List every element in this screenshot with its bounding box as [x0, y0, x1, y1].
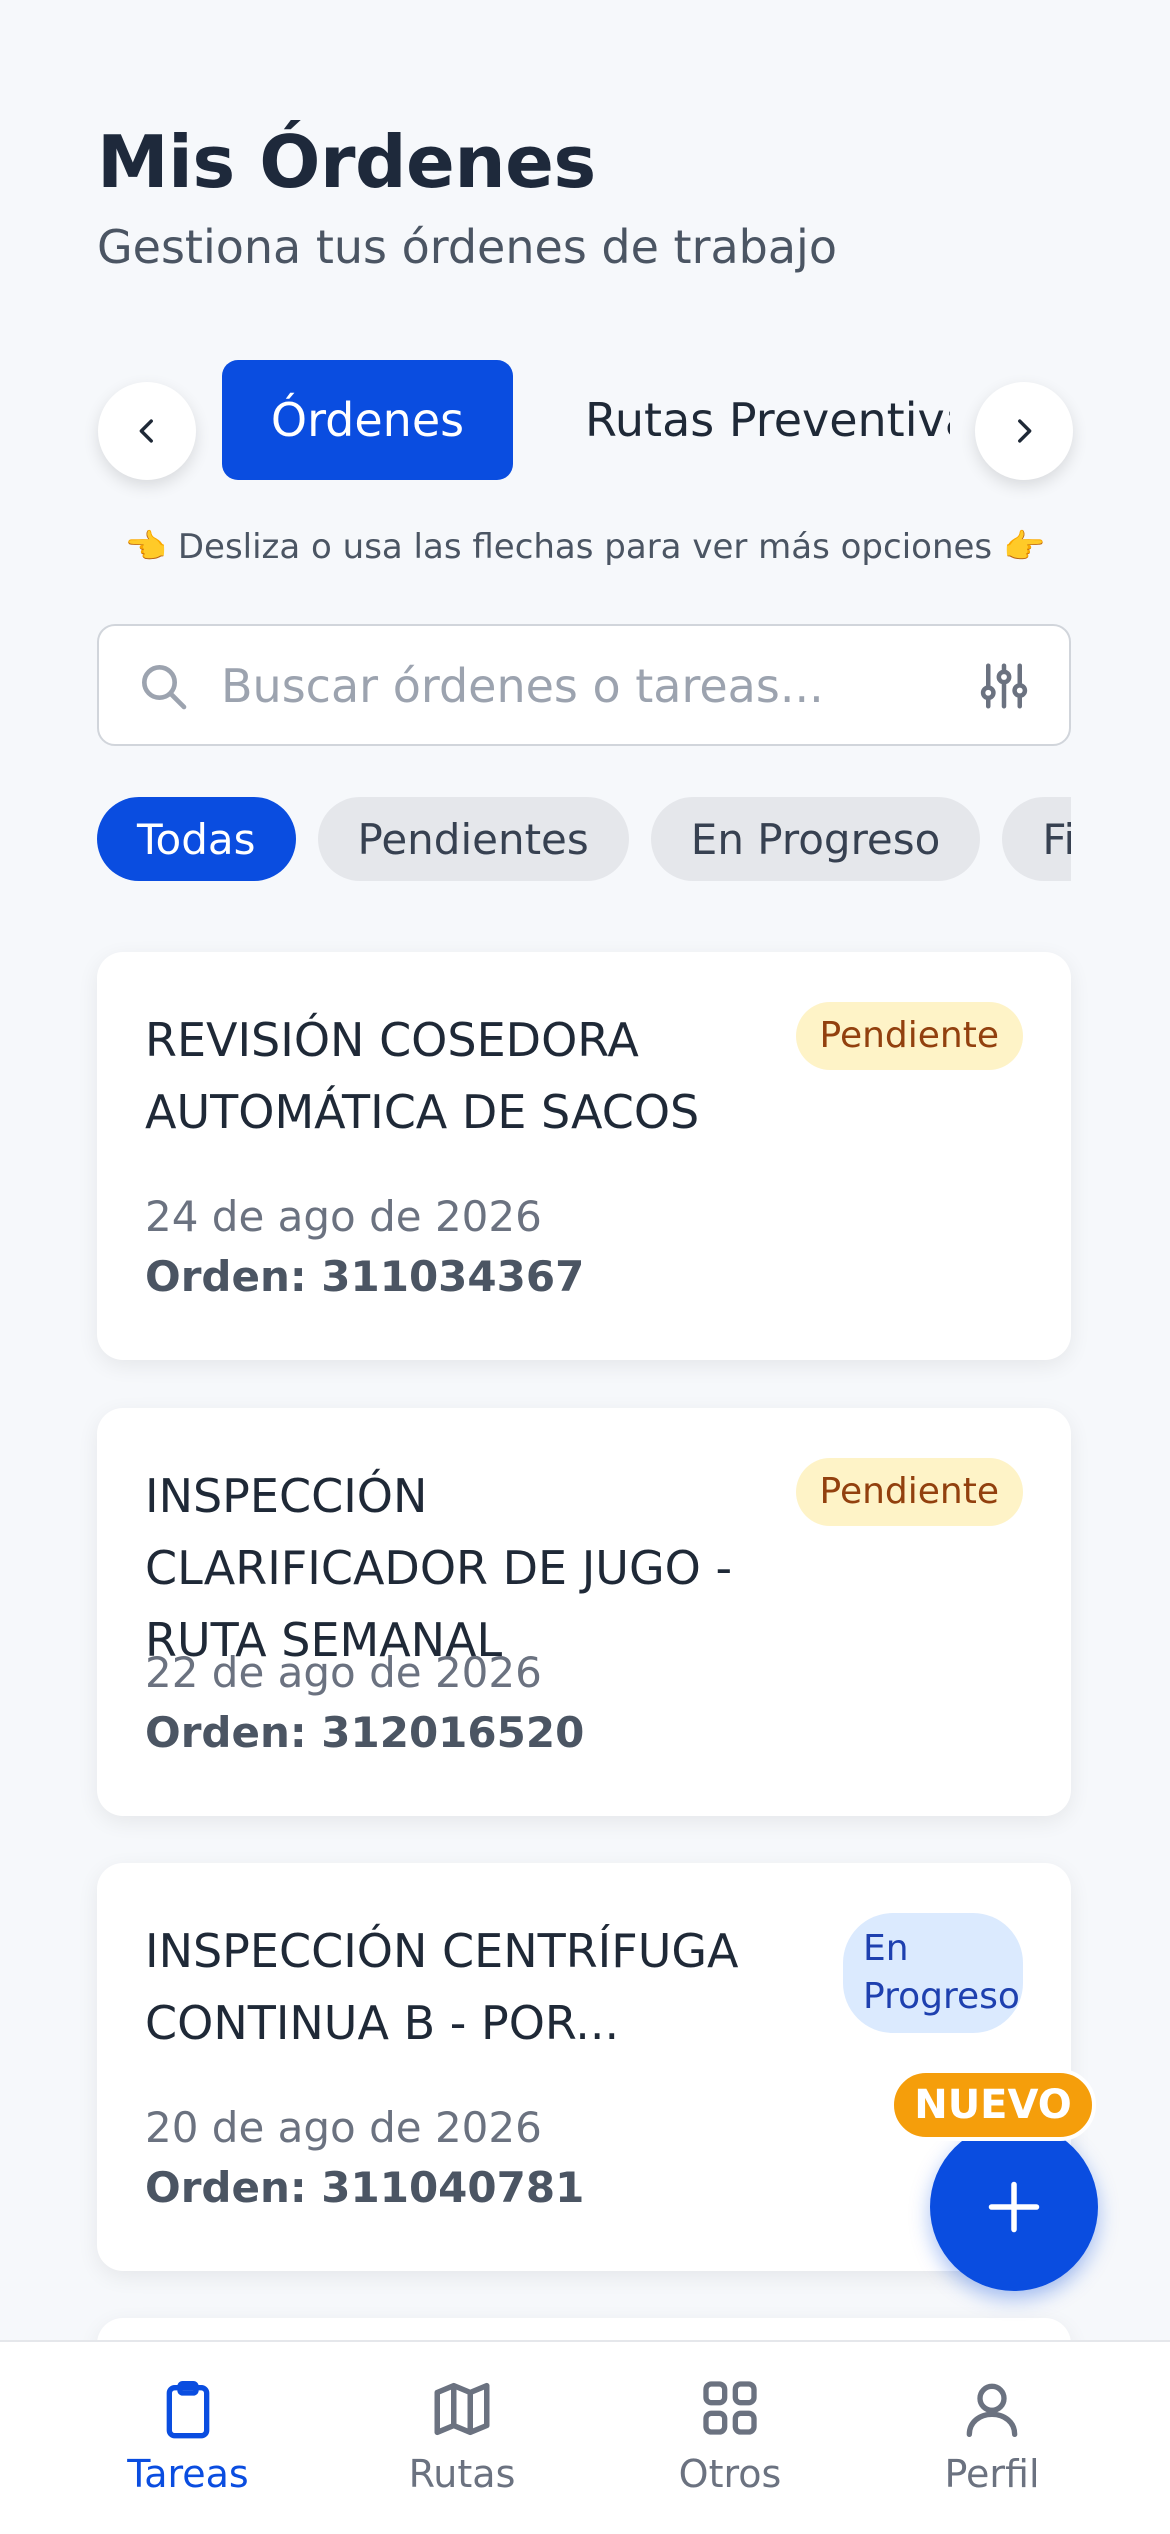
filter-chip-finalizadas[interactable]: Finalizadas	[1002, 797, 1071, 881]
order-number: Orden: 311034367	[145, 1252, 585, 1301]
order-card[interactable]: INSPECCIÓN CENTRÍFUGA CONTINUA B - POR..…	[97, 1863, 1071, 2271]
filter-chip-en-progreso[interactable]: En Progreso	[650, 797, 981, 881]
filter-chip-pendientes[interactable]: Pendientes	[317, 797, 629, 881]
nav-label: Otros	[678, 2452, 782, 2496]
chevron-left-icon	[139, 419, 153, 443]
nav-tareas[interactable]: Tareas	[42, 2342, 334, 2534]
page-subtitle: Gestiona tus órdenes de trabajo	[97, 220, 837, 274]
create-order-button[interactable]	[930, 2123, 1098, 2291]
order-title: INSPECCIÓN CENTRÍFUGA CONTINUA B - POR..…	[145, 1924, 739, 2050]
order-date: 24 de ago de 2026	[145, 1192, 542, 1241]
search-icon	[142, 665, 187, 710]
nav-perfil[interactable]: Perfil	[846, 2342, 1138, 2534]
order-number: Orden: 312016520	[145, 1708, 585, 1757]
order-card[interactable]: INSPECCIÓN CLARIFICADOR DE JUGO - RUTA S…	[97, 1408, 1071, 1816]
map-icon	[434, 2382, 490, 2436]
order-title: INSPECCIÓN CLARIFICADOR DE JUGO - RUTA S…	[145, 1469, 733, 1667]
tab-ordenes[interactable]: Órdenes	[222, 360, 513, 480]
nav-rutas[interactable]: Rutas	[316, 2342, 608, 2534]
scroll-hint: 👈 Desliza o usa las flechas para ver más…	[124, 527, 1046, 567]
nav-label: Rutas	[408, 2452, 516, 2496]
status-badge: En Progreso	[843, 1913, 1023, 2033]
tab-rutas-preventivas[interactable]: Rutas Preventivas	[585, 360, 950, 480]
status-filter-chips: TodasPendientesEn Progreso Finalizadas	[97, 797, 1071, 881]
search-bar	[97, 624, 1071, 746]
order-number: Orden: 311040781	[145, 2163, 585, 2212]
clipboard-icon	[166, 2381, 210, 2439]
filter-sliders-icon[interactable]	[977, 658, 1031, 714]
scroll-left-button[interactable]	[98, 382, 196, 480]
status-badge: Pendiente	[795, 1458, 1023, 1526]
order-title: REVISIÓN COSEDORA AUTOMÁTICA DE SACOS	[145, 1013, 700, 1139]
chevron-right-icon	[1018, 419, 1032, 443]
search-input[interactable]	[219, 626, 923, 746]
nav-otros[interactable]: Otros	[584, 2342, 876, 2534]
order-date: 20 de ago de 2026	[145, 2103, 542, 2152]
scroll-right-button[interactable]	[975, 382, 1073, 480]
plus-icon	[988, 2181, 1040, 2233]
nav-label: Tareas	[127, 2452, 249, 2496]
user-icon	[966, 2383, 1018, 2437]
bottom-nav: Tareas Rutas Otros Perfil	[0, 2340, 1170, 2534]
grid-icon	[703, 2381, 757, 2435]
new-badge: NUEVO	[890, 2069, 1096, 2141]
order-date: 22 de ago de 2026	[145, 1648, 542, 1697]
status-badge: Pendiente	[795, 1002, 1023, 1070]
filter-chip-todas[interactable]: Todas	[97, 797, 296, 881]
order-card[interactable]: REVISIÓN COSEDORA AUTOMÁTICA DE SACOS Pe…	[97, 952, 1071, 1360]
page-title: Mis Órdenes	[97, 120, 596, 204]
nav-label: Perfil	[944, 2452, 1040, 2496]
